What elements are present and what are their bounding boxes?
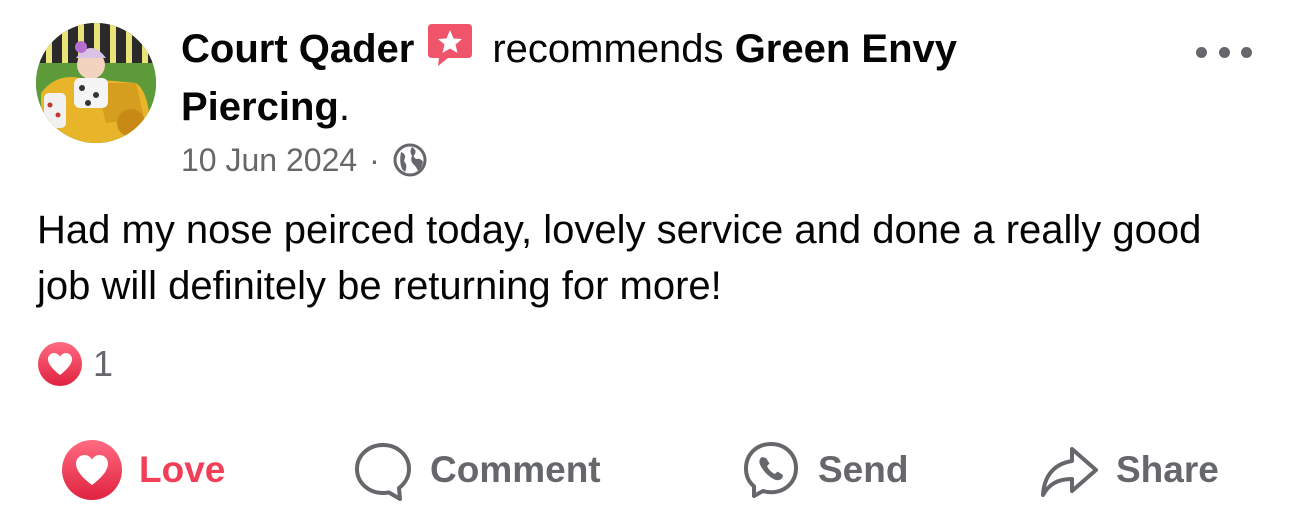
comment-button[interactable]: Comment xyxy=(352,432,601,508)
author-name[interactable]: Court Qader xyxy=(181,27,414,71)
send-button[interactable]: Send xyxy=(740,432,908,508)
post-meta: 10 Jun 2024 · xyxy=(181,140,428,180)
reaction-count: 1 xyxy=(93,343,114,384)
love-label: Love xyxy=(139,449,226,490)
more-options-icon xyxy=(1196,46,1207,58)
recommends-text: recommends xyxy=(492,27,724,71)
post-header: Court Qader recommends Green Envy Pierci… xyxy=(181,20,1081,136)
post-body: Had my nose peirced today, lovely servic… xyxy=(37,208,1202,308)
send-label: Send xyxy=(818,449,909,490)
more-options-button[interactable] xyxy=(1196,38,1252,66)
header-period: . xyxy=(338,85,350,129)
share-label: Share xyxy=(1116,449,1219,490)
love-icon xyxy=(61,439,123,501)
recommendation-badge-icon xyxy=(426,20,474,68)
share-button[interactable]: Share xyxy=(1038,432,1219,508)
review-post: Court Qader recommends Green Envy Pierci… xyxy=(0,0,1290,510)
messenger-icon xyxy=(740,439,802,501)
meta-separator: · xyxy=(369,141,380,178)
action-bar: Love Comment Send Share xyxy=(0,432,1290,508)
avatar[interactable] xyxy=(36,23,156,143)
love-button[interactable]: Love xyxy=(61,432,225,508)
love-reaction-icon xyxy=(37,341,83,387)
share-icon xyxy=(1038,439,1100,501)
comment-icon xyxy=(352,439,414,501)
reactions-summary[interactable]: 1 xyxy=(37,341,113,387)
globe-icon[interactable] xyxy=(392,142,428,178)
post-date[interactable]: 10 Jun 2024 xyxy=(181,142,357,179)
comment-label: Comment xyxy=(430,449,601,490)
